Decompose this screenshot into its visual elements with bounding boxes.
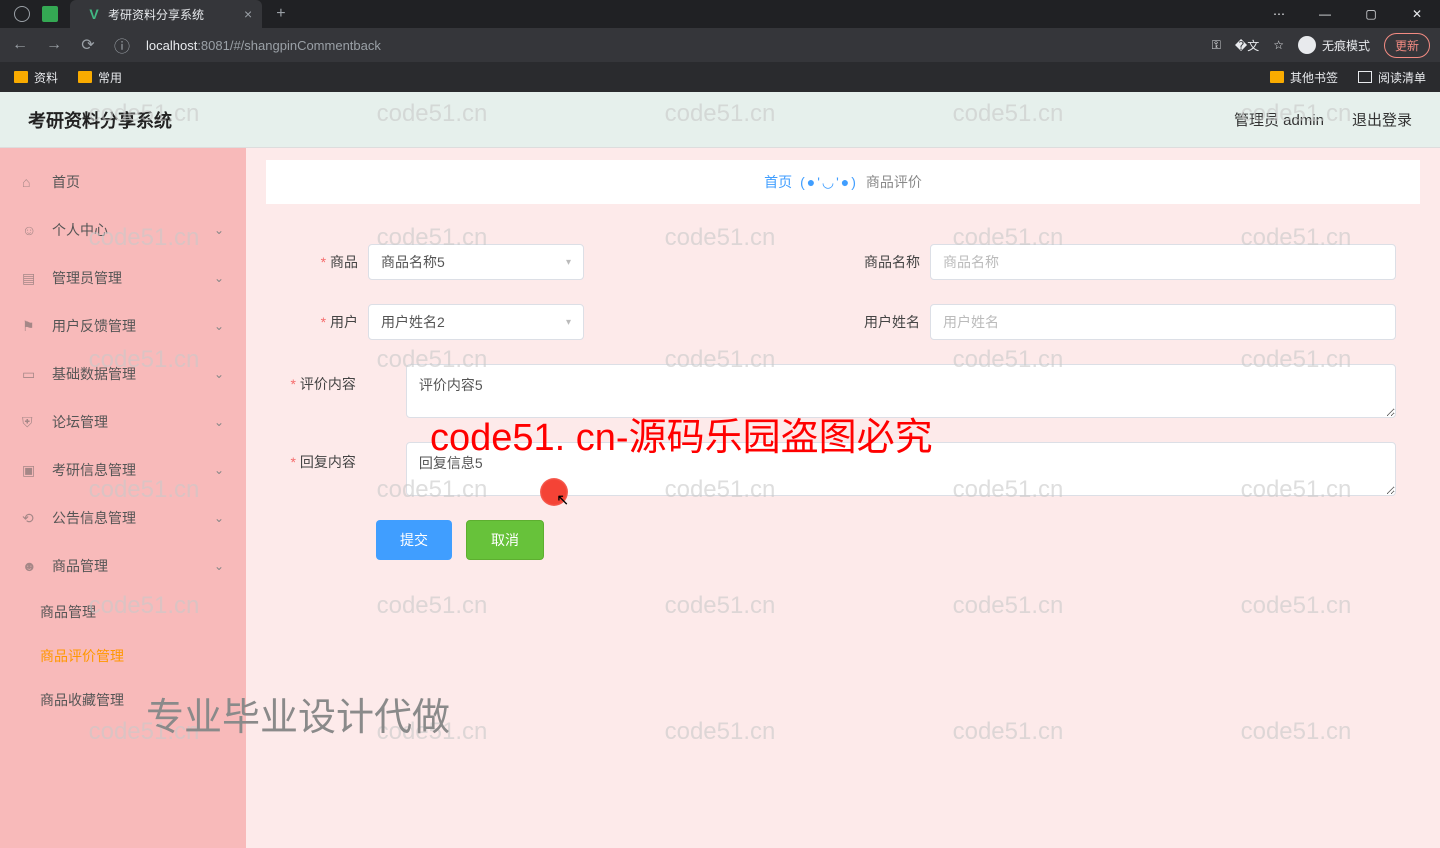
bookmarks-bar: 资料 常用 其他书签 阅读清单 <box>0 62 1440 92</box>
window-menu-icon[interactable]: ⋯ <box>1256 0 1302 28</box>
chevron-down-icon: ⌄ <box>214 319 224 333</box>
tab-favicon-2[interactable] <box>42 6 58 22</box>
browser-tab-title: 考研资料分享系统 <box>108 6 204 23</box>
browser-tab-strip: V 考研资料分享系统 × + ⋯ — ▢ ✕ <box>0 0 1440 28</box>
user-icon: ☺ <box>22 222 38 238</box>
sidebar-sub-comment[interactable]: 商品评价管理 <box>0 634 246 678</box>
incognito-indicator: 无痕模式 <box>1298 36 1370 54</box>
chevron-down-icon: ⌄ <box>214 511 224 525</box>
main-content: 首页 (●'◡'●) 商品评价 商品 商品名称5 ▾ 商品名称 <box>246 148 1440 848</box>
folder-icon <box>78 71 92 83</box>
other-bookmarks[interactable]: 其他书签 <box>1270 69 1338 86</box>
select-product-value: 商品名称5 <box>381 252 445 272</box>
chevron-down-icon: ⌄ <box>214 223 224 237</box>
url-field[interactable]: localhost:8081/#/shangpinCommentback <box>146 38 1198 53</box>
window-close-button[interactable]: ✕ <box>1394 0 1440 28</box>
incognito-label: 无痕模式 <box>1322 37 1370 54</box>
close-icon[interactable]: × <box>244 6 252 22</box>
chevron-down-icon: ⌄ <box>214 559 224 573</box>
vue-icon: V <box>86 6 102 22</box>
reload-button[interactable]: ⟳ <box>78 35 98 55</box>
breadcrumb: 首页 (●'◡'●) 商品评价 <box>266 160 1420 204</box>
sidebar-item-exam[interactable]: ▣考研信息管理⌄ <box>0 446 246 494</box>
label-comment: 评价内容 <box>290 364 366 394</box>
list-icon <box>1358 71 1372 83</box>
window-minimize-button[interactable]: — <box>1302 0 1348 28</box>
sidebar-item-admin[interactable]: ▤管理员管理⌄ <box>0 254 246 302</box>
chevron-down-icon: ⌄ <box>214 367 224 381</box>
site-info-icon[interactable]: ⓘ <box>112 33 132 57</box>
flag-icon: ⚑ <box>22 318 38 334</box>
chevron-down-icon: ⌄ <box>214 271 224 285</box>
star-icon[interactable]: ☆ <box>1273 38 1284 52</box>
submit-button[interactable]: 提交 <box>376 520 452 560</box>
home-icon: ⌂ <box>22 174 38 190</box>
browser-address-bar: ← → ⟳ ⓘ localhost:8081/#/shangpinComment… <box>0 28 1440 62</box>
clipboard-icon: ▤ <box>22 270 38 286</box>
sidebar: ⌂首页 ☺个人中心⌄ ▤管理员管理⌄ ⚑用户反馈管理⌄ ▭基础数据管理⌄ ⛨论坛… <box>0 148 246 848</box>
new-tab-button[interactable]: + <box>276 5 285 23</box>
logout-button[interactable]: 退出登录 <box>1352 109 1412 130</box>
sidebar-item-forum[interactable]: ⛨论坛管理⌄ <box>0 398 246 446</box>
cancel-button[interactable]: 取消 <box>466 520 544 560</box>
sidebar-item-product[interactable]: ☻商品管理⌄ <box>0 542 246 590</box>
sidebar-item-feedback[interactable]: ⚑用户反馈管理⌄ <box>0 302 246 350</box>
forward-button[interactable]: → <box>44 36 64 54</box>
bookmark-item[interactable]: 资料 <box>14 69 58 86</box>
label-user-name: 用户姓名 <box>852 312 930 332</box>
breadcrumb-home[interactable]: 首页 <box>764 172 792 192</box>
app-header: 考研资料分享系统 管理员 admin 退出登录 <box>0 92 1440 148</box>
chevron-down-icon: ▾ <box>566 317 571 328</box>
breadcrumb-separator: (●'◡'●) <box>800 174 858 191</box>
sidebar-item-basedata[interactable]: ▭基础数据管理⌄ <box>0 350 246 398</box>
chevron-down-icon: ⌄ <box>214 463 224 477</box>
incognito-icon <box>1298 36 1316 54</box>
input-user-name[interactable] <box>930 304 1396 340</box>
current-user[interactable]: 管理员 admin <box>1234 109 1324 130</box>
device-icon: ▭ <box>22 366 38 382</box>
chevron-down-icon: ⌄ <box>214 415 224 429</box>
label-reply: 回复内容 <box>290 442 366 472</box>
key-icon[interactable]: ⚿ <box>1212 38 1221 53</box>
app-root: 考研资料分享系统 管理员 admin 退出登录 ⌂首页 ☺个人中心⌄ ▤管理员管… <box>0 92 1440 848</box>
sidebar-item-profile[interactable]: ☺个人中心⌄ <box>0 206 246 254</box>
app-title: 考研资料分享系统 <box>28 107 172 133</box>
folder-icon <box>1270 71 1284 83</box>
sidebar-item-notice[interactable]: ⟲公告信息管理⌄ <box>0 494 246 542</box>
select-product[interactable]: 商品名称5 ▾ <box>368 244 584 280</box>
textarea-reply[interactable] <box>406 442 1396 496</box>
breadcrumb-current: 商品评价 <box>866 172 922 192</box>
translate-icon[interactable]: �文 <box>1235 37 1259 54</box>
update-button[interactable]: 更新 <box>1384 33 1430 58</box>
select-user[interactable]: 用户姓名2 ▾ <box>368 304 584 340</box>
reading-list[interactable]: 阅读清单 <box>1358 69 1426 86</box>
browser-tab-active[interactable]: V 考研资料分享系统 × <box>70 0 262 28</box>
sidebar-sub-product[interactable]: 商品管理 <box>0 590 246 634</box>
tab-favicon-1[interactable] <box>14 6 30 22</box>
textarea-comment[interactable] <box>406 364 1396 418</box>
chevron-down-icon: ▾ <box>566 257 571 268</box>
label-product: 商品 <box>290 252 368 272</box>
folder-icon <box>14 71 28 83</box>
form-card: 商品 商品名称5 ▾ 商品名称 用户 <box>266 222 1420 582</box>
back-button[interactable]: ← <box>10 36 30 54</box>
label-product-name: 商品名称 <box>852 252 930 272</box>
window-maximize-button[interactable]: ▢ <box>1348 0 1394 28</box>
refresh-icon: ⟲ <box>22 510 38 526</box>
sidebar-item-home[interactable]: ⌂首页 <box>0 158 246 206</box>
select-user-value: 用户姓名2 <box>381 312 445 332</box>
url-host: localhost <box>146 38 197 53</box>
sidebar-sub-favorite[interactable]: 商品收藏管理 <box>0 678 246 722</box>
url-path: :8081/#/shangpinCommentback <box>197 38 381 53</box>
input-product-name[interactable] <box>930 244 1396 280</box>
shield-icon: ⛨ <box>22 414 38 430</box>
label-user: 用户 <box>290 312 368 332</box>
bookmark-item[interactable]: 常用 <box>78 69 122 86</box>
person-icon: ☻ <box>22 558 38 574</box>
monitor-icon: ▣ <box>22 462 38 478</box>
